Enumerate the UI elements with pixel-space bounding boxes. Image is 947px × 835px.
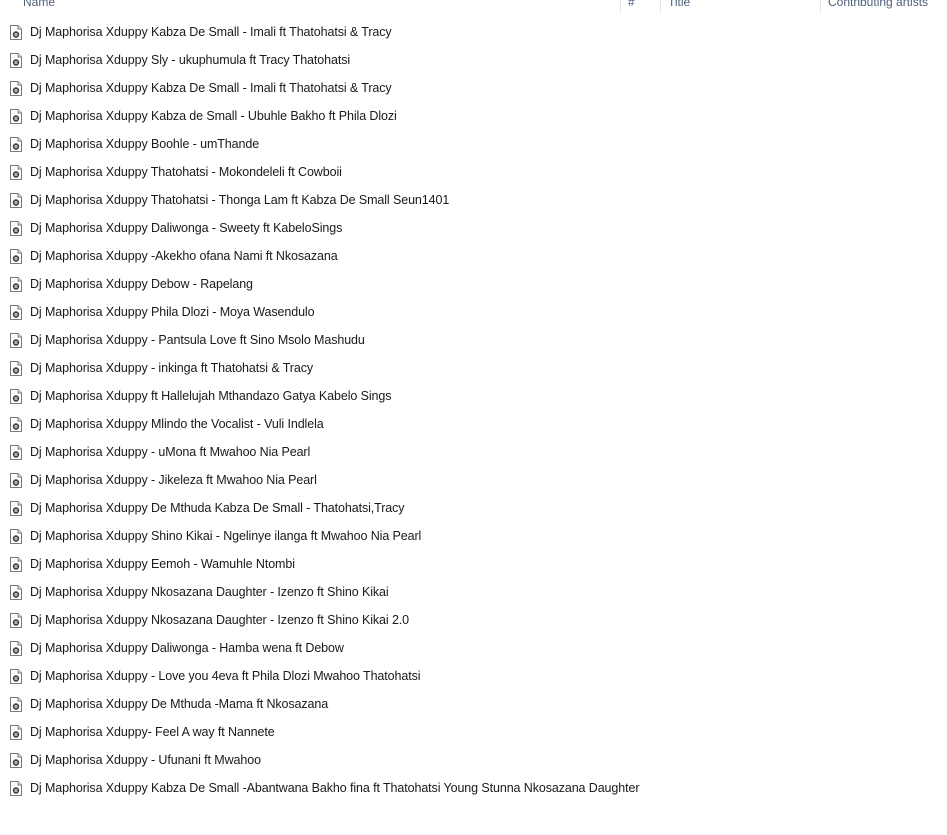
file-name: Dj Maphorisa Xduppy Debow - Rapelang xyxy=(30,277,253,291)
file-name: Dj Maphorisa Xduppy Eemoh - Wamuhle Ntom… xyxy=(30,557,295,571)
audio-file-icon xyxy=(10,220,22,236)
file-name: Dj Maphorisa Xduppy Kabza De Small - Ima… xyxy=(30,25,392,39)
file-name: Dj Maphorisa Xduppy Kabza De Small - Ima… xyxy=(30,81,392,95)
audio-file-icon xyxy=(10,416,22,432)
file-row[interactable]: Dj Maphorisa Xduppy - Jikeleza ft Mwahoo… xyxy=(10,469,317,491)
audio-file-icon xyxy=(10,780,22,796)
file-name: Dj Maphorisa Xduppy Mlindo the Vocalist … xyxy=(30,417,324,431)
file-row[interactable]: Dj Maphorisa Xduppy Eemoh - Wamuhle Ntom… xyxy=(10,553,295,575)
file-row[interactable]: Dj Maphorisa Xduppy Nkosazana Daughter -… xyxy=(10,609,409,631)
audio-file-icon xyxy=(10,360,22,376)
column-header-title[interactable]: Title xyxy=(668,0,690,10)
file-row[interactable]: Dj Maphorisa Xduppy Boohle - umThande xyxy=(10,133,259,155)
audio-file-icon xyxy=(10,332,22,348)
column-header-contributing-artists[interactable]: Contributing artists xyxy=(828,0,928,10)
file-name: Dj Maphorisa Xduppy Thatohatsi - Thonga … xyxy=(30,193,450,207)
file-row[interactable]: Dj Maphorisa Xduppy Shino Kikai - Ngelin… xyxy=(10,525,421,547)
file-name: Dj Maphorisa Xduppy ft Hallelujah Mthand… xyxy=(30,389,392,403)
file-name: Dj Maphorisa Xduppy Daliwonga - Hamba we… xyxy=(30,641,344,655)
file-explorer-window: Name # Title Contributing artists Dj Map… xyxy=(0,0,947,835)
file-row[interactable]: Dj Maphorisa Xduppy - uMona ft Mwahoo Ni… xyxy=(10,441,310,463)
audio-file-icon xyxy=(10,164,22,180)
audio-file-icon xyxy=(10,556,22,572)
file-row[interactable]: Dj Maphorisa Xduppy Daliwonga - Sweety f… xyxy=(10,217,342,239)
audio-file-icon xyxy=(10,612,22,628)
file-name: Dj Maphorisa Xduppy Thatohatsi - Mokonde… xyxy=(30,165,342,179)
file-name: Dj Maphorisa Xduppy De Mthuda -Mama ft N… xyxy=(30,697,329,711)
audio-file-icon xyxy=(10,192,22,208)
file-name: Dj Maphorisa Xduppy Phila Dlozi - Moya W… xyxy=(30,305,315,319)
file-row[interactable]: Dj Maphorisa Xduppy - Ufunani ft Mwahoo xyxy=(10,749,261,771)
audio-file-icon xyxy=(10,108,22,124)
audio-file-icon xyxy=(10,136,22,152)
file-row[interactable]: Dj Maphorisa Xduppy -Akekho ofana Nami f… xyxy=(10,245,338,267)
audio-file-icon xyxy=(10,444,22,460)
file-name: Dj Maphorisa Xduppy - uMona ft Mwahoo Ni… xyxy=(30,445,311,459)
file-name: Dj Maphorisa Xduppy Shino Kikai - Ngelin… xyxy=(30,529,422,543)
file-name: Dj Maphorisa Xduppy - Ufunani ft Mwahoo xyxy=(30,753,261,767)
audio-file-icon xyxy=(10,724,22,740)
file-row[interactable]: Dj Maphorisa Xduppy ft Hallelujah Mthand… xyxy=(10,385,391,407)
audio-file-icon xyxy=(10,52,22,68)
column-header-name[interactable]: Name xyxy=(23,0,55,10)
file-name: Dj Maphorisa Xduppy Kabza De Small -Aban… xyxy=(30,781,640,795)
file-row[interactable]: Dj Maphorisa Xduppy Daliwonga - Hamba we… xyxy=(10,637,344,659)
file-name: Dj Maphorisa Xduppy De Mthuda Kabza De S… xyxy=(30,501,405,515)
file-row[interactable]: Dj Maphorisa Xduppy Nkosazana Daughter -… xyxy=(10,581,389,603)
audio-file-icon xyxy=(10,668,22,684)
file-row[interactable]: Dj Maphorisa Xduppy Thatohatsi - Thonga … xyxy=(10,189,449,211)
audio-file-icon xyxy=(10,388,22,404)
column-header-bar: Name # Title Contributing artists xyxy=(0,0,947,12)
file-row[interactable]: Dj Maphorisa Xduppy Sly - ukuphumula ft … xyxy=(10,49,350,71)
audio-file-icon xyxy=(10,472,22,488)
column-divider[interactable] xyxy=(620,0,621,12)
file-name: Dj Maphorisa Xduppy Boohle - umThande xyxy=(30,137,260,151)
file-row[interactable]: Dj Maphorisa Xduppy Kabza De Small -Aban… xyxy=(10,777,640,799)
audio-file-icon xyxy=(10,248,22,264)
file-row[interactable]: Dj Maphorisa Xduppy De Mthuda -Mama ft N… xyxy=(10,693,328,715)
file-name: Dj Maphorisa Xduppy - Love you 4eva ft P… xyxy=(30,669,421,683)
audio-file-icon xyxy=(10,696,22,712)
column-header-number[interactable]: # xyxy=(628,0,635,10)
file-name: Dj Maphorisa Xduppy - Pantsula Love ft S… xyxy=(30,333,365,347)
file-row[interactable]: Dj Maphorisa Xduppy- Feel A way ft Nanne… xyxy=(10,721,275,743)
file-name: Dj Maphorisa Xduppy Nkosazana Daughter -… xyxy=(30,585,389,599)
file-row[interactable]: Dj Maphorisa Xduppy Debow - Rapelang xyxy=(10,273,253,295)
file-row[interactable]: Dj Maphorisa Xduppy Mlindo the Vocalist … xyxy=(10,413,324,435)
file-row[interactable]: Dj Maphorisa Xduppy Kabza De Small - Ima… xyxy=(10,77,392,99)
file-row[interactable]: Dj Maphorisa Xduppy - Pantsula Love ft S… xyxy=(10,329,365,351)
audio-file-icon xyxy=(10,584,22,600)
audio-file-icon xyxy=(10,640,22,656)
file-name: Dj Maphorisa Xduppy Sly - ukuphumula ft … xyxy=(30,53,351,67)
file-row[interactable]: Dj Maphorisa Xduppy Kabza De Small - Ima… xyxy=(10,21,392,43)
file-name: Dj Maphorisa Xduppy Kabza de Small - Ubu… xyxy=(30,109,397,123)
file-row[interactable]: Dj Maphorisa Xduppy De Mthuda Kabza De S… xyxy=(10,497,405,519)
file-name: Dj Maphorisa Xduppy- Feel A way ft Nanne… xyxy=(30,725,275,739)
audio-file-icon xyxy=(10,24,22,40)
file-row[interactable]: Dj Maphorisa Xduppy - inkinga ft Thatoha… xyxy=(10,357,313,379)
audio-file-icon xyxy=(10,80,22,96)
audio-file-icon xyxy=(10,752,22,768)
column-divider[interactable] xyxy=(820,0,821,12)
audio-file-icon xyxy=(10,528,22,544)
file-name: Dj Maphorisa Xduppy - inkinga ft Thatoha… xyxy=(30,361,314,375)
audio-file-icon xyxy=(10,276,22,292)
file-row[interactable]: Dj Maphorisa Xduppy - Love you 4eva ft P… xyxy=(10,665,421,687)
file-row[interactable]: Dj Maphorisa Xduppy Kabza de Small - Ubu… xyxy=(10,105,397,127)
audio-file-icon xyxy=(10,500,22,516)
file-name: Dj Maphorisa Xduppy Nkosazana Daughter -… xyxy=(30,613,410,627)
file-row[interactable]: Dj Maphorisa Xduppy Thatohatsi - Mokonde… xyxy=(10,161,342,183)
column-divider[interactable] xyxy=(660,0,661,12)
file-row[interactable]: Dj Maphorisa Xduppy Phila Dlozi - Moya W… xyxy=(10,301,315,323)
audio-file-icon xyxy=(10,304,22,320)
file-name: Dj Maphorisa Xduppy -Akekho ofana Nami f… xyxy=(30,249,338,263)
file-name: Dj Maphorisa Xduppy - Jikeleza ft Mwahoo… xyxy=(30,473,317,487)
file-name: Dj Maphorisa Xduppy Daliwonga - Sweety f… xyxy=(30,221,343,235)
